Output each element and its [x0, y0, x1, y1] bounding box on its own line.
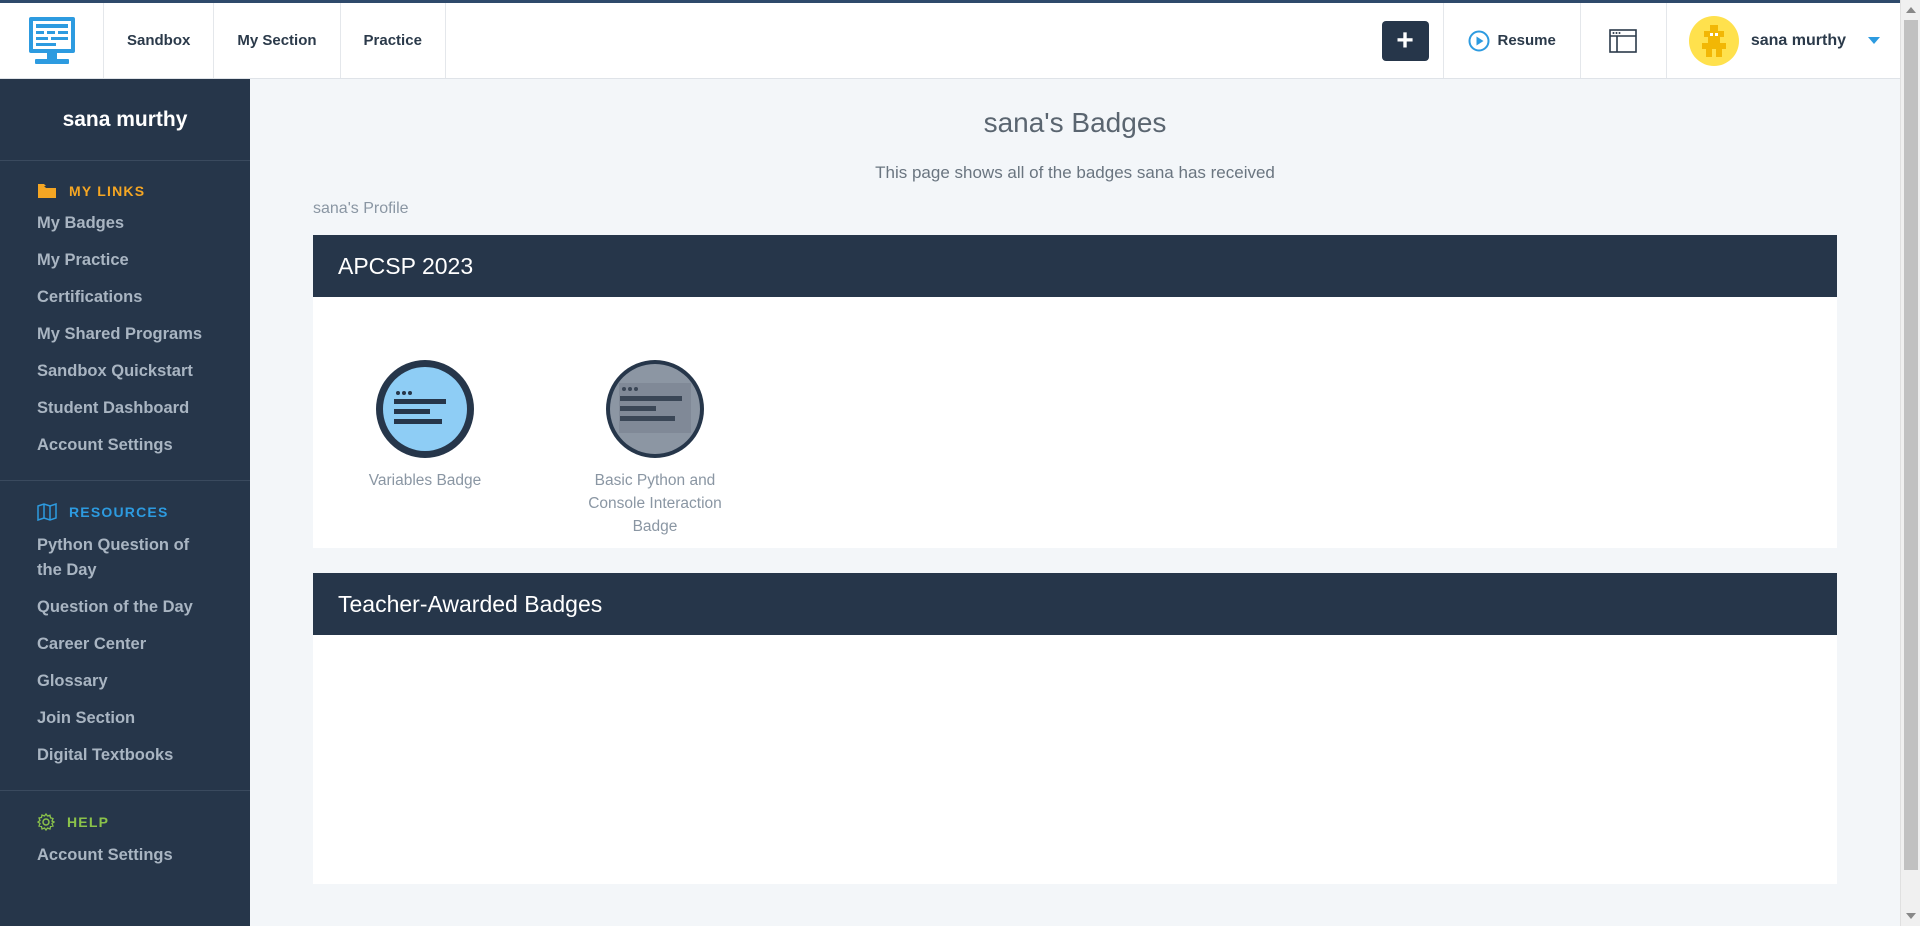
sidebar-item-certifications[interactable]: Certifications [37, 279, 207, 316]
my-links-section: MY LINKS My Badges My Practice Certifica… [0, 161, 250, 481]
help-section: HELP Account Settings [0, 791, 250, 890]
badge-label: Basic Python and Console Interaction Bad… [588, 472, 722, 535]
chevron-down-icon [1868, 37, 1880, 44]
create-plus-button[interactable]: + [1381, 20, 1429, 61]
sidebar-item-my-shared-programs[interactable]: My Shared Programs [37, 316, 207, 353]
profile-link[interactable]: sana's Profile [313, 200, 409, 218]
sidebar-item-account-settings[interactable]: Account Settings [37, 427, 207, 464]
resources-heading: RESOURCES [37, 503, 250, 521]
help-heading: HELP [37, 813, 250, 831]
resume-button[interactable]: Resume [1444, 3, 1581, 78]
my-links-heading-label: MY LINKS [69, 183, 146, 199]
sidebar-item-career-center[interactable]: Career Center [37, 626, 207, 663]
resume-label: Resume [1497, 32, 1556, 49]
sidebar-item-question-of-the-day[interactable]: Question of the Day [37, 589, 207, 626]
resources-heading-label: RESOURCES [69, 504, 169, 520]
main-content: sana's Badges This page shows all of the… [250, 79, 1900, 926]
badge-panel-teacher-awarded: Teacher-Awarded Badges [313, 573, 1837, 884]
pixel-avatar-icon [1701, 24, 1726, 57]
window-layout-button[interactable] [1581, 3, 1667, 78]
sidebar-item-join-section[interactable]: Join Section [37, 700, 207, 737]
sidebar: sana murthy MY LINKS My Badges My Practi… [0, 79, 250, 926]
user-menu[interactable]: sana murthy [1667, 3, 1900, 78]
sidebar-item-my-badges[interactable]: My Badges [37, 205, 207, 242]
sidebar-user-name: sana murthy [0, 79, 250, 161]
nav-sandbox[interactable]: Sandbox [104, 3, 215, 78]
user-name: sana murthy [1750, 31, 1846, 49]
scroll-down-icon[interactable] [1906, 913, 1916, 919]
badge-variables[interactable]: Variables Badge [350, 359, 500, 492]
scroll-up-icon[interactable] [1906, 7, 1916, 13]
top-navigation-bar: Sandbox My Section Practice + Resume san… [0, 0, 1900, 79]
panel-title: Teacher-Awarded Badges [313, 573, 1837, 635]
create-wrapper: + [1381, 3, 1444, 78]
resources-section: RESOURCES Python Question of the Day Que… [0, 481, 250, 791]
sidebar-item-digital-textbooks[interactable]: Digital Textbooks [37, 737, 207, 774]
panel-title: APCSP 2023 [313, 235, 1837, 297]
play-circle-icon [1468, 30, 1489, 51]
folder-icon [38, 184, 56, 198]
scroll-thumb[interactable] [1904, 20, 1918, 870]
map-icon [37, 503, 57, 521]
my-links-heading: MY LINKS [37, 183, 250, 199]
badge-panel-apcsp: APCSP 2023 Variables Badge Basic Python … [313, 235, 1837, 548]
python-console-badge-icon [606, 360, 704, 458]
logo[interactable] [0, 3, 104, 78]
sidebar-item-my-practice[interactable]: My Practice [37, 242, 207, 279]
sidebar-item-sandbox-quickstart[interactable]: Sandbox Quickstart [37, 353, 207, 390]
nav-my-section[interactable]: My Section [214, 3, 341, 78]
nav-practice[interactable]: Practice [341, 3, 446, 78]
sidebar-item-help-account-settings[interactable]: Account Settings [37, 837, 207, 874]
page-subtitle: This page shows all of the badges sana h… [875, 163, 1275, 182]
vertical-scrollbar[interactable] [1900, 0, 1920, 926]
badge-basic-python[interactable]: Basic Python and Console Interaction Bad… [580, 359, 730, 538]
sidebar-item-glossary[interactable]: Glossary [37, 663, 207, 700]
gear-icon [37, 813, 55, 831]
page-title: sana's Badges [983, 107, 1167, 138]
avatar [1688, 15, 1739, 66]
sidebar-item-python-question-of-the-day[interactable]: Python Question of the Day [37, 527, 207, 589]
computer-logo-icon [28, 16, 75, 64]
browser-window-icon [1609, 28, 1638, 53]
variables-badge-icon [376, 360, 474, 458]
help-heading-label: HELP [67, 814, 110, 830]
badge-label: Variables Badge [368, 472, 482, 489]
sidebar-item-student-dashboard[interactable]: Student Dashboard [37, 390, 207, 427]
